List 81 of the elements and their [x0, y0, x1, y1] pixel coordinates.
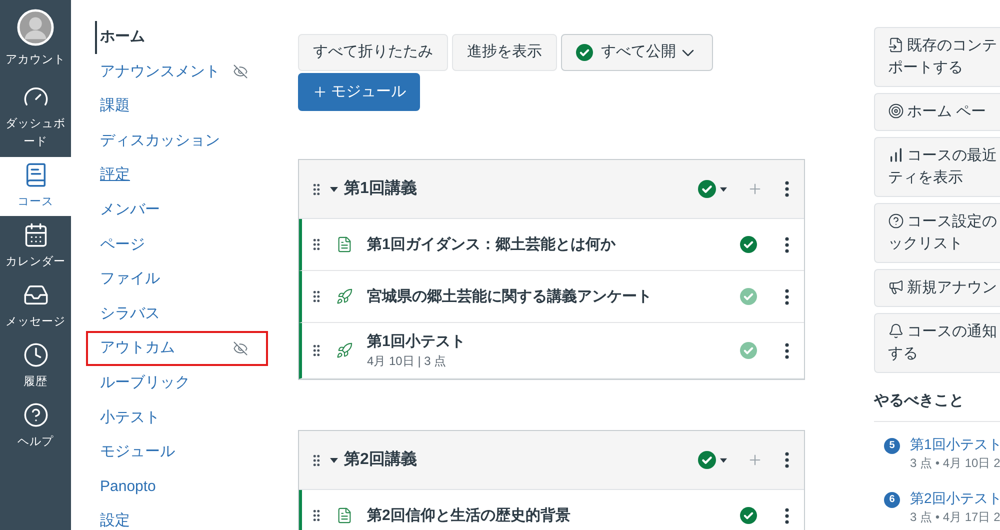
course-nav-link[interactable]: 設定 [86, 504, 268, 530]
kebab-icon [785, 288, 789, 304]
global-nav-link[interactable]: 履歴 [0, 336, 71, 396]
global-nav-link[interactable]: メッセージ [0, 276, 71, 336]
more-options-button[interactable] [785, 288, 789, 304]
course-nav-link[interactable]: モジュール [86, 435, 268, 470]
global-nav-link[interactable]: カレンダー [0, 216, 71, 276]
todo-details: 3 点 • 4月 17日 2 [910, 508, 1000, 526]
todo-heading: やるべきこと [874, 390, 1000, 422]
help-icon [888, 212, 904, 229]
global-nav-link[interactable]: ヘルプ [0, 396, 71, 456]
more-options-button[interactable] [785, 342, 789, 358]
megaphone-icon [888, 278, 904, 295]
plus-icon [747, 452, 763, 468]
import-icon [888, 36, 904, 53]
sidebar-action-button[interactable]: コース設定の ックリスト [874, 203, 1000, 263]
todo-link[interactable]: 第2回小テスト [910, 488, 1000, 508]
course-nav-link[interactable]: アナウンスメント [86, 54, 268, 90]
course-nav-link[interactable]: 小テスト [86, 400, 268, 436]
add-module-button[interactable]: モジュール [298, 73, 420, 111]
more-options-button[interactable] [785, 452, 789, 468]
page-icon [336, 507, 353, 524]
caret-down-icon[interactable] [720, 458, 727, 462]
sidebar-action-button[interactable]: 新規アナウン [874, 269, 1000, 307]
course-nav-link[interactable]: ルーブリック [86, 366, 268, 401]
module-title: 第2回講義 [344, 449, 417, 470]
publish-all-button[interactable]: すべて公開 [561, 34, 713, 71]
published-check-icon[interactable] [698, 180, 716, 198]
course-nav-link[interactable]: ホーム [86, 20, 268, 55]
caret-icon[interactable] [330, 186, 338, 192]
todo-link[interactable]: 第1回小テスト [910, 434, 1000, 454]
course-nav-link[interactable]: シラバス [86, 296, 268, 332]
more-options-button[interactable] [785, 181, 789, 197]
module-title: 第1回講義 [344, 178, 417, 199]
item-details: 4月 10日 | 3 点 [367, 353, 448, 370]
rocket-icon [336, 342, 353, 359]
course-nav-link[interactable]: メンバー [86, 192, 268, 228]
global-nav-link[interactable]: コース [0, 157, 71, 216]
kebab-icon [785, 181, 789, 197]
page-icon [336, 236, 353, 253]
sidebar-action-button[interactable]: ホーム ペー [874, 93, 1000, 131]
published-check-icon[interactable] [698, 451, 716, 469]
plus-icon [747, 181, 763, 197]
course-nav-link[interactable]: Panopto [86, 470, 268, 504]
toolbar-button[interactable]: すべて折りたたみ [298, 34, 448, 71]
course-nav-link[interactable]: アウトカム [86, 331, 268, 366]
course-nav-link[interactable]: 課題 [86, 89, 268, 124]
clock-icon [22, 342, 48, 368]
help-icon [22, 402, 48, 428]
bell-icon [888, 322, 904, 339]
avatar-icon [17, 9, 54, 46]
kebab-icon [785, 452, 789, 468]
count-badge: 6 [884, 492, 900, 508]
kebab-icon [785, 342, 789, 358]
sidebar-action-button[interactable]: コースの通知 する [874, 313, 1000, 373]
course-nav-link[interactable]: ページ [86, 228, 268, 262]
published-check-icon[interactable] [740, 507, 757, 524]
caret-icon[interactable] [330, 458, 338, 462]
bar-chart-icon [888, 146, 904, 163]
module-item-link[interactable]: 第1回ガイダンス：郷土芸能とは何か [367, 234, 616, 256]
plus-icon [312, 84, 328, 100]
course-nav-link[interactable]: ディスカッション [86, 124, 268, 158]
calendar-icon [22, 222, 48, 248]
published-check-icon[interactable] [740, 236, 757, 253]
global-nav-link[interactable]: アカウント [0, 0, 71, 78]
global-nav-link[interactable]: ダッシュボード [0, 78, 71, 157]
toolbar-button[interactable]: 進捗を表示 [452, 34, 557, 71]
course-nav-link[interactable]: ファイル [86, 262, 268, 297]
kebab-icon [785, 236, 789, 252]
more-options-button[interactable] [785, 508, 789, 524]
caret-down-icon[interactable] [720, 186, 727, 192]
count-badge: 5 [884, 438, 900, 454]
kebab-icon [785, 508, 789, 524]
sidebar-action-button[interactable]: コースの最近 ティを表示 [874, 137, 1000, 197]
published-check-icon[interactable] [576, 44, 593, 61]
module-item-link[interactable]: 第2回信仰と生活の歴史的背景 [367, 504, 570, 526]
rocket-icon [336, 288, 353, 305]
target-icon [888, 102, 904, 119]
sidebar-action-button[interactable]: 既存のコンテ ポートする [874, 27, 1000, 87]
more-options-button[interactable] [785, 236, 789, 252]
todo-details: 3 点 • 4月 10日 2 [910, 454, 1000, 472]
